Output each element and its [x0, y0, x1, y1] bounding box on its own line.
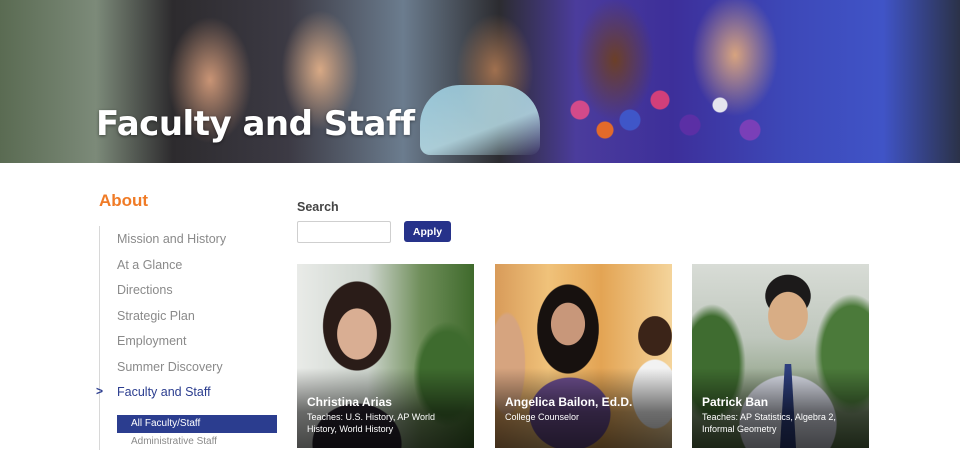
- search-label: Search: [297, 200, 339, 214]
- faculty-description: Teaches: AP Statistics, Algebra 2, Infor…: [702, 412, 836, 434]
- faculty-description: Teaches: U.S. History, AP World History,…: [307, 412, 436, 434]
- sidebar-item-summer-discovery[interactable]: Summer Discovery: [117, 360, 223, 374]
- sidebar-item-faculty-and-staff[interactable]: Faculty and Staff: [117, 385, 211, 399]
- faculty-description: College Counselor: [505, 412, 580, 422]
- page-title: Faculty and Staff: [96, 104, 415, 144]
- subnav-item-administrative-staff[interactable]: Administrative Staff: [131, 436, 217, 447]
- sidebar-item-directions[interactable]: Directions: [117, 283, 173, 297]
- search-input[interactable]: [297, 221, 391, 243]
- faculty-card[interactable]: Patrick Ban Teaches: AP Statistics, Alge…: [692, 264, 869, 448]
- faculty-card[interactable]: Christina Arias Teaches: U.S. History, A…: [297, 264, 474, 448]
- faculty-card[interactable]: Angelica Bailon, Ed.D. College Counselor: [495, 264, 672, 448]
- sidebar-heading: About: [99, 191, 149, 210]
- sidebar-item-mission-and-history[interactable]: Mission and History: [117, 232, 226, 246]
- hero-photo-detail: [560, 70, 780, 163]
- sidebar-item-employment[interactable]: Employment: [117, 334, 186, 348]
- hero-banner: Faculty and Staff: [0, 0, 960, 163]
- subnav-item-all-faculty-staff[interactable]: All Faculty/Staff: [117, 415, 277, 433]
- faculty-name: Patrick Ban: [702, 395, 769, 409]
- sidebar-item-strategic-plan[interactable]: Strategic Plan: [117, 309, 195, 323]
- apply-button[interactable]: Apply: [404, 221, 451, 242]
- active-item-arrow-icon: >: [96, 384, 104, 398]
- sidebar-item-at-a-glance[interactable]: At a Glance: [117, 258, 182, 272]
- hero-photo-detail: [420, 85, 540, 155]
- faculty-name: Christina Arias: [307, 395, 392, 409]
- faculty-name: Angelica Bailon, Ed.D.: [505, 395, 633, 409]
